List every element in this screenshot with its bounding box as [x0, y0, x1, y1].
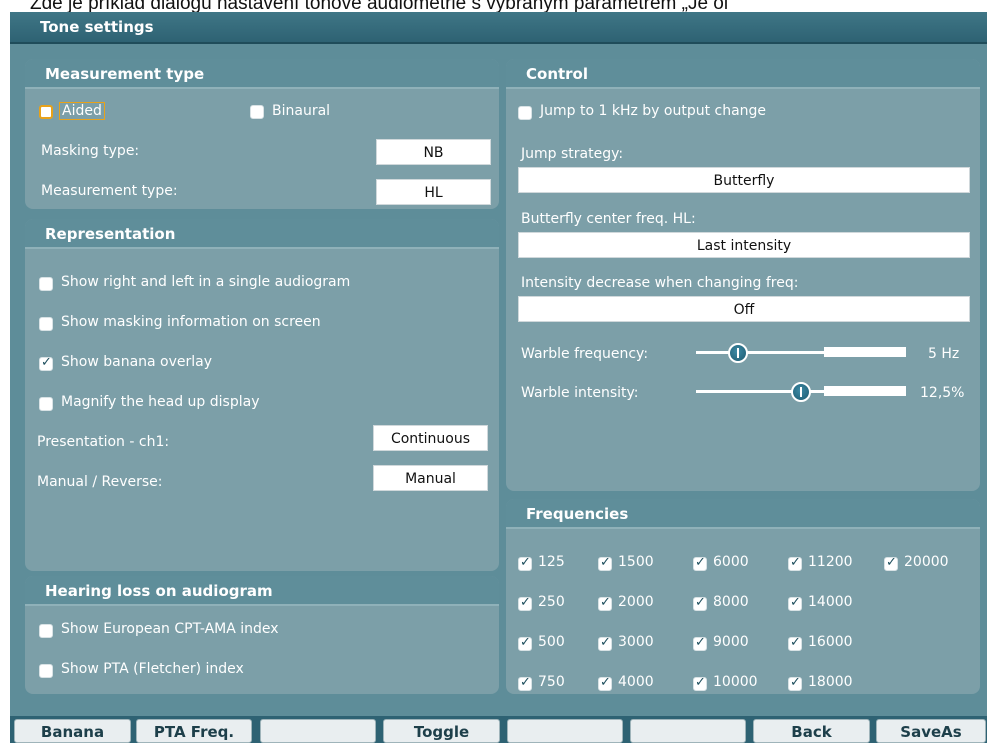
- aided-label[interactable]: Aided: [59, 102, 105, 120]
- representation-checkbox[interactable]: [39, 317, 53, 331]
- frequency-checkbox[interactable]: [788, 595, 802, 611]
- hearing-loss-option-label[interactable]: Show European CPT-AMA index: [61, 621, 279, 637]
- frequency-checkbox[interactable]: [598, 635, 612, 651]
- hearing-loss-option-label[interactable]: Show PTA (Fletcher) index: [61, 661, 244, 677]
- measurement-type-panel: Measurement type Aided Binaural Masking …: [25, 59, 499, 209]
- masking-type-label: Masking type:: [41, 143, 140, 159]
- intensity-decrease-field[interactable]: Off: [518, 296, 970, 322]
- binaural-label[interactable]: Binaural: [272, 103, 330, 119]
- binaural-checkbox[interactable]: [250, 105, 264, 119]
- butterfly-label: Butterfly center freq. HL:: [521, 211, 696, 227]
- frequency-checkbox[interactable]: [788, 675, 802, 691]
- representation-panel: Representation Show right and left in a …: [25, 219, 499, 571]
- manual-reverse-label: Manual / Reverse:: [37, 474, 163, 490]
- frequency-label[interactable]: 4000: [618, 674, 654, 690]
- frequency-label[interactable]: 10000: [713, 674, 758, 690]
- empty-button[interactable]: [260, 719, 376, 743]
- frequency-checkbox[interactable]: [693, 675, 707, 691]
- tone-settings-window: Tone settings Measurement type Aided Bin…: [10, 12, 987, 743]
- warble-intensity-label: Warble intensity:: [521, 385, 639, 401]
- frequency-checkbox[interactable]: [518, 595, 532, 611]
- frequency-checkbox[interactable]: [693, 635, 707, 651]
- measurement-type-field[interactable]: HL: [376, 179, 491, 205]
- butterfly-field[interactable]: Last intensity: [518, 232, 970, 258]
- jump-1khz-checkbox[interactable]: [518, 106, 532, 120]
- frequency-label[interactable]: 16000: [808, 634, 853, 650]
- hearing-loss-checkbox[interactable]: [39, 624, 53, 638]
- frequency-checkbox[interactable]: [598, 595, 612, 611]
- measurement-type-label: Measurement type:: [41, 183, 178, 199]
- bottom-toolbar: Banana PTA Freq. Toggle Back SaveAs: [10, 716, 987, 743]
- jump-strategy-field[interactable]: Butterfly: [518, 167, 970, 193]
- frequency-checkbox[interactable]: [518, 635, 532, 651]
- warble-frequency-fill: [824, 347, 906, 357]
- frequency-checkbox[interactable]: [788, 635, 802, 651]
- warble-frequency-label: Warble frequency:: [521, 346, 649, 362]
- toggle-button[interactable]: Toggle: [383, 719, 500, 743]
- control-panel: Control Jump to 1 kHz by output change J…: [506, 59, 980, 491]
- representation-option-label[interactable]: Show masking information on screen: [61, 314, 321, 330]
- masking-type-field[interactable]: NB: [376, 139, 491, 165]
- intensity-decrease-label: Intensity decrease when changing freq:: [521, 275, 799, 291]
- hearing-loss-panel: Hearing loss on audiogram Show European …: [25, 576, 499, 694]
- frequency-label[interactable]: 750: [538, 674, 565, 690]
- frequency-label[interactable]: 2000: [618, 594, 654, 610]
- frequency-label[interactable]: 1500: [618, 554, 654, 570]
- frequency-checkbox[interactable]: [598, 675, 612, 691]
- frequency-checkbox[interactable]: [518, 675, 532, 691]
- frequency-checkbox[interactable]: [598, 555, 612, 571]
- frequency-checkbox[interactable]: [884, 555, 898, 571]
- frequency-label[interactable]: 8000: [713, 594, 749, 610]
- warble-frequency-knob[interactable]: [728, 343, 748, 363]
- measurement-type-header: Measurement type: [25, 59, 499, 89]
- presentation-label: Presentation - ch1:: [37, 434, 170, 450]
- representation-option-label[interactable]: Magnify the head up display: [61, 394, 259, 410]
- frequency-label[interactable]: 20000: [904, 554, 949, 570]
- hearing-loss-header: Hearing loss on audiogram: [25, 576, 499, 606]
- frequency-checkbox[interactable]: [693, 595, 707, 611]
- frequency-label[interactable]: 11200: [808, 554, 853, 570]
- banana-button[interactable]: Banana: [14, 719, 131, 743]
- frequency-checkbox[interactable]: [518, 555, 532, 571]
- frequency-label[interactable]: 18000: [808, 674, 853, 690]
- saveas-button[interactable]: SaveAs: [876, 719, 986, 743]
- representation-checkbox[interactable]: [39, 397, 53, 411]
- frequency-label[interactable]: 250: [538, 594, 565, 610]
- warble-intensity-value: 12,5%: [920, 385, 965, 401]
- warble-intensity-fill: [824, 386, 906, 396]
- hearing-loss-checkbox[interactable]: [39, 664, 53, 678]
- window-title: Tone settings: [40, 18, 154, 36]
- frequency-label[interactable]: 500: [538, 634, 565, 650]
- representation-checkbox[interactable]: [39, 277, 53, 291]
- warble-frequency-value: 5 Hz: [928, 346, 960, 362]
- jump-strategy-label: Jump strategy:: [521, 146, 624, 162]
- representation-option-label[interactable]: Show banana overlay: [61, 354, 212, 370]
- title-bar: Tone settings: [10, 12, 987, 44]
- frequency-label[interactable]: 9000: [713, 634, 749, 650]
- frequency-label[interactable]: 6000: [713, 554, 749, 570]
- representation-header: Representation: [25, 219, 499, 249]
- frequency-label[interactable]: 125: [538, 554, 565, 570]
- frequencies-panel: Frequencies 125 250 500 750 1500 2000 3000 4000…: [506, 499, 980, 694]
- frequency-label[interactable]: 3000: [618, 634, 654, 650]
- representation-option-label[interactable]: Show right and left in a single audiogra…: [61, 274, 350, 290]
- jump-1khz-label[interactable]: Jump to 1 kHz by output change: [540, 103, 766, 119]
- frequency-checkbox[interactable]: [788, 555, 802, 571]
- aided-checkbox[interactable]: [39, 105, 53, 119]
- frequencies-header: Frequencies: [506, 499, 980, 529]
- empty-button[interactable]: [630, 719, 746, 743]
- empty-button[interactable]: [507, 719, 623, 743]
- frequency-label[interactable]: 14000: [808, 594, 853, 610]
- manual-reverse-field[interactable]: Manual: [373, 465, 488, 491]
- frequency-checkbox[interactable]: [693, 555, 707, 571]
- warble-intensity-knob[interactable]: [791, 382, 811, 402]
- presentation-field[interactable]: Continuous: [373, 425, 488, 451]
- control-header: Control: [506, 59, 980, 89]
- back-button[interactable]: Back: [753, 719, 870, 743]
- pta-freq-button[interactable]: PTA Freq.: [136, 719, 252, 743]
- representation-checkbox[interactable]: [39, 355, 53, 371]
